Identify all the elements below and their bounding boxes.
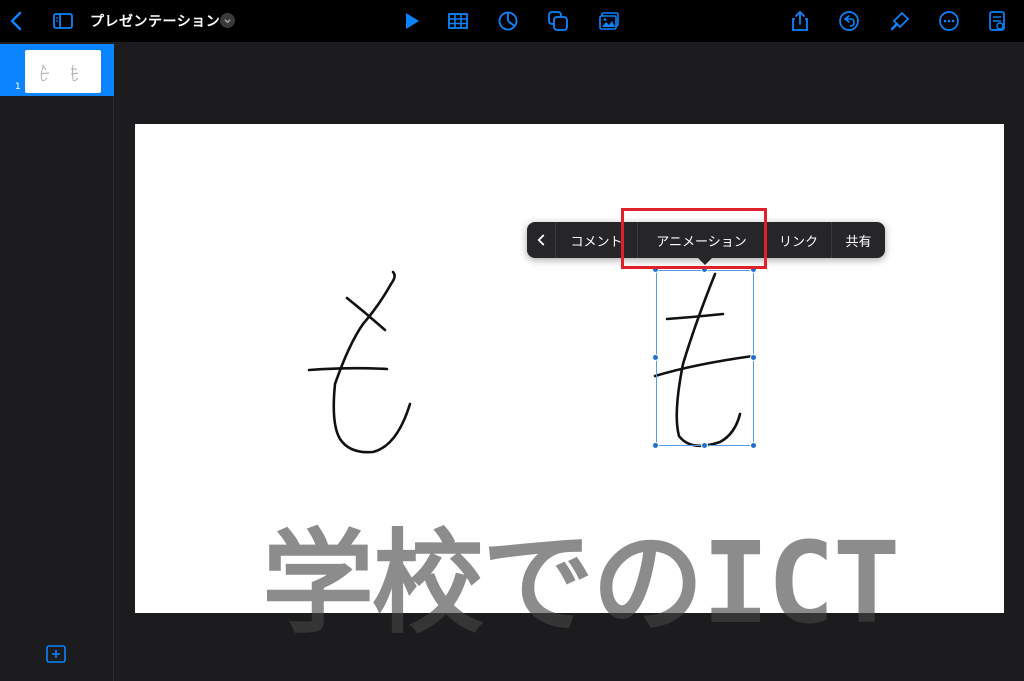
top-toolbar: プレゼンテーション [0,0,1024,42]
slide-thumbnail[interactable] [25,50,101,93]
table-icon[interactable] [445,8,471,34]
share-icon[interactable] [787,8,813,34]
undo-icon[interactable] [836,8,862,34]
format-brush-icon[interactable] [887,8,913,34]
presenter-notes-icon[interactable] [984,8,1010,34]
resize-handle-bottom-left[interactable] [652,442,659,449]
back-chevron-icon[interactable] [4,8,30,34]
chart-icon[interactable] [495,8,521,34]
selection-bounding-box [656,270,754,446]
document-title[interactable]: プレゼンテーション [90,11,220,31]
handwritten-mo-left[interactable] [307,270,412,454]
annotation-highlight-box [621,208,767,269]
media-icon[interactable] [596,8,622,34]
sidebar-toggle-icon[interactable] [50,8,76,34]
resize-handle-bottom[interactable] [701,442,708,449]
menu-item-link[interactable]: リンク [765,222,831,258]
slide-thumbnail-selected[interactable]: 1 [0,44,114,96]
slide-navigator: 1 [0,42,114,681]
resize-handle-right[interactable] [750,354,757,361]
more-icon[interactable] [936,8,962,34]
plus-square-icon[interactable] [46,645,66,663]
shapes-icon[interactable] [545,8,571,34]
menu-item-share[interactable]: 共有 [831,222,885,258]
chevron-left-icon[interactable] [527,222,555,258]
play-icon[interactable] [398,8,424,34]
title-menu-chevron-icon[interactable] [220,13,235,28]
slide-number: 1 [15,82,21,92]
resize-handle-bottom-right[interactable] [750,442,757,449]
watermark-text: 学校でのICT [262,519,900,649]
resize-handle-left[interactable] [652,354,659,361]
